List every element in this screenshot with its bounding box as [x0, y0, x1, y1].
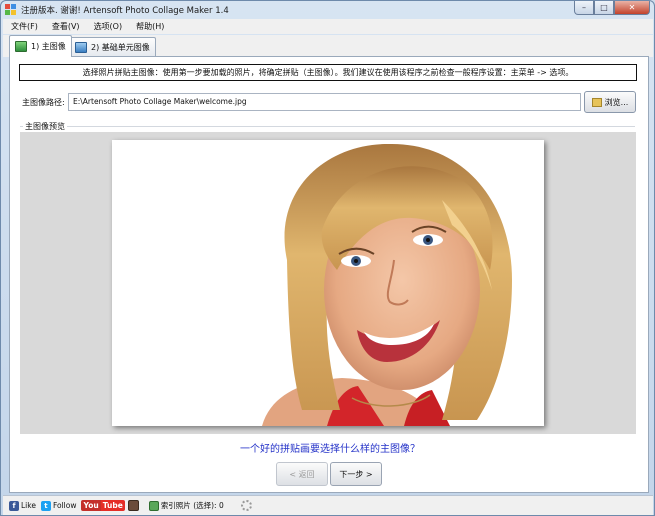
menu-file[interactable]: 文件(F)	[11, 21, 38, 32]
tab-base-cell-images-label: 2) 基础单元图像	[91, 43, 150, 52]
maximize-icon: □	[600, 3, 608, 12]
minimize-button[interactable]: –	[574, 1, 594, 15]
browse-button[interactable]: 浏览...	[584, 91, 636, 113]
maximize-button[interactable]: □	[594, 1, 614, 15]
twitter-follow-label: Follow	[52, 501, 77, 510]
back-button[interactable]: < 返回	[276, 462, 328, 486]
facebook-icon: f	[9, 500, 19, 511]
youtube-logo-right: Tube	[100, 500, 125, 511]
facebook-like-label: Like	[21, 501, 36, 510]
instructions-box: 选择照片拼贴主图像：使用第一步要加载的照片，将确定拼贴（主图像）。我们建议在使用…	[19, 64, 637, 81]
menu-options[interactable]: 选项(O)	[94, 21, 123, 32]
minimize-icon: –	[582, 3, 586, 12]
preview-group-border	[20, 126, 635, 127]
title-bar[interactable]: 注册版本. 谢谢! Artensoft Photo Collage Maker …	[1, 1, 654, 18]
app-window: 注册版本. 谢谢! Artensoft Photo Collage Maker …	[0, 0, 655, 516]
image-icon	[15, 41, 27, 52]
main-image-path-field[interactable]: E:\Artensoft Photo Collage Maker\welcome…	[68, 93, 581, 111]
portrait-photo	[112, 140, 544, 426]
browse-button-label: 浏览...	[604, 97, 629, 107]
index-photos-status: 索引照片 (选择): 0	[148, 500, 224, 511]
main-image-help-link[interactable]: 一个好的拼贴画要选择什么样的主图像？	[10, 440, 650, 455]
photos-icon	[148, 500, 159, 511]
youtube-button[interactable]: You Tube	[81, 500, 125, 511]
index-photos-label: 索引照片 (选择): 0	[160, 501, 224, 510]
main-image-preview	[112, 140, 544, 426]
loading-spinner-icon	[240, 500, 252, 511]
twitter-icon: t	[40, 500, 51, 511]
main-panel: 选择照片拼贴主图像：使用第一步要加载的照片，将确定拼贴（主图像）。我们建议在使用…	[9, 56, 649, 493]
instructions-text: 选择照片拼贴主图像：使用第一步要加载的照片，将确定拼贴（主图像）。我们建议在使用…	[82, 68, 574, 77]
next-button[interactable]: 下一步 >	[330, 462, 382, 486]
main-image-path-label: 主图像路径:	[22, 98, 65, 107]
status-bar: f Like t Follow You Tube 索引照片 (选择): 0	[3, 495, 653, 515]
tab-strip: 1) 主图像 2) 基础单元图像	[3, 35, 653, 57]
close-button[interactable]: ✕	[614, 1, 650, 15]
images-add-icon	[75, 42, 87, 53]
menu-bar: 文件(F) 查看(V) 选项(O) 帮助(H)	[3, 19, 653, 34]
twitter-follow-button[interactable]: t Follow	[40, 500, 77, 511]
preview-group-label: 主图像预览	[23, 121, 67, 132]
youtube-logo-left: You	[81, 500, 101, 511]
close-icon: ✕	[628, 3, 636, 12]
window-title: 注册版本. 谢谢! Artensoft Photo Collage Maker …	[21, 6, 229, 16]
tab-main-image-label: 1) 主图像	[31, 42, 66, 51]
preview-area	[20, 132, 636, 434]
instagram-icon[interactable]	[127, 500, 139, 511]
folder-icon	[591, 97, 602, 107]
menu-help[interactable]: 帮助(H)	[136, 21, 164, 32]
app-logo-icon	[5, 4, 16, 15]
menu-view[interactable]: 查看(V)	[52, 21, 80, 32]
facebook-like-button[interactable]: f Like	[9, 500, 36, 511]
tab-main-image[interactable]: 1) 主图像	[9, 35, 72, 57]
tab-base-cell-images[interactable]: 2) 基础单元图像	[69, 37, 156, 57]
